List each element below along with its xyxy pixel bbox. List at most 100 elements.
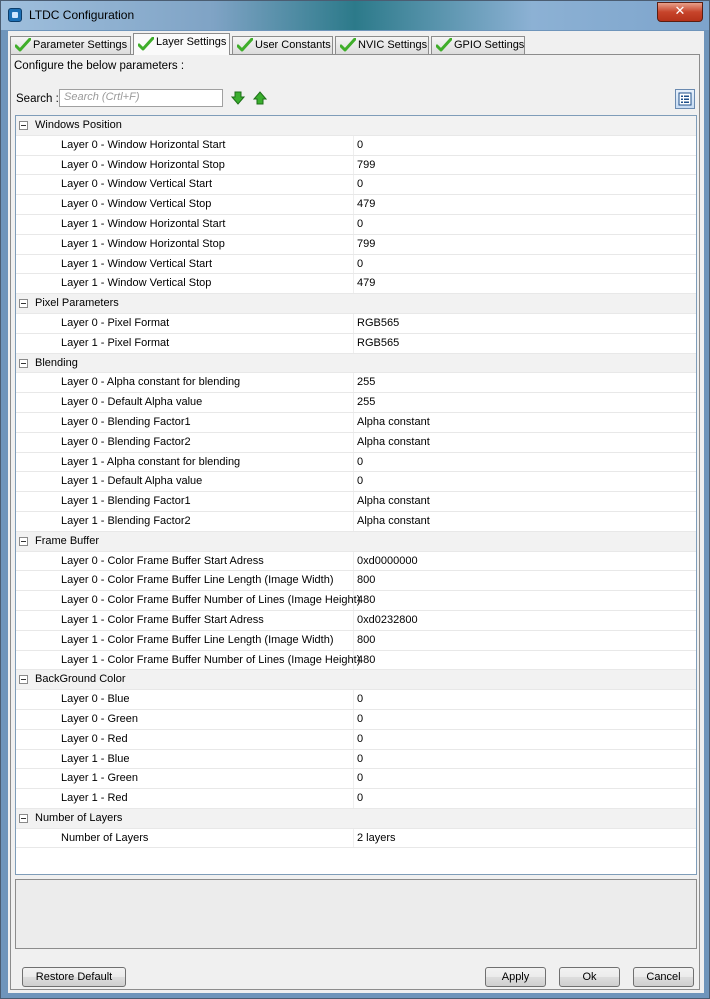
parameter-value[interactable]: 799	[357, 235, 375, 254]
parameter-row[interactable]: Layer 0 - Alpha constant for blending 255	[16, 373, 696, 394]
parameter-row[interactable]: Layer 0 - Blue 0	[16, 690, 696, 710]
parameter-row[interactable]: Layer 1 - Red 0	[16, 789, 696, 809]
parameter-value[interactable]: 255	[357, 373, 375, 392]
tree-group-row[interactable]: Windows Position	[16, 116, 696, 136]
parameter-row[interactable]: Layer 0 - Window Horizontal Stop 799	[16, 155, 696, 176]
parameter-row[interactable]: Layer 1 - Window Horizontal Stop 799	[16, 234, 696, 255]
parameter-row[interactable]: Layer 1 - Green 0	[16, 769, 696, 790]
search-label: Search :	[16, 93, 59, 105]
parameter-row[interactable]: Layer 1 - Color Frame Buffer Start Adres…	[16, 610, 696, 631]
tab-parameter-settings[interactable]: Parameter Settings	[10, 36, 131, 54]
tree-group-row[interactable]: BackGround Color	[16, 670, 696, 691]
parameter-value[interactable]: 0	[357, 255, 363, 274]
parameter-row[interactable]: Layer 0 - Pixel Format RGB565	[16, 313, 696, 334]
parameter-row[interactable]: Layer 1 - Blending Factor2 Alpha constant	[16, 511, 696, 532]
parameter-row[interactable]: Number of Layers 2 layers	[16, 828, 696, 849]
collapse-minus-icon[interactable]	[19, 536, 28, 546]
green-check-icon	[340, 38, 356, 52]
tree-group-row[interactable]: Frame Buffer	[16, 531, 696, 552]
apply-button[interactable]: Apply	[485, 967, 546, 987]
column-divider	[353, 234, 354, 254]
parameter-row[interactable]: Layer 0 - Blending Factor1 Alpha constant	[16, 412, 696, 433]
title-bar: LTDC Configuration ✕	[1, 1, 709, 30]
parameter-value[interactable]: 0	[357, 453, 363, 472]
collapse-minus-icon[interactable]	[19, 121, 28, 130]
parameter-value[interactable]: RGB565	[357, 334, 399, 353]
search-input[interactable]: Search (Crtl+F)	[59, 89, 223, 107]
parameter-value[interactable]: 0xd0232800	[357, 611, 418, 630]
collapse-minus-icon[interactable]	[19, 675, 28, 685]
parameter-value[interactable]: 0	[357, 750, 363, 769]
parameter-value[interactable]: 0	[357, 215, 363, 234]
group-label: Number of Layers	[35, 811, 123, 824]
parameter-value[interactable]: 0	[357, 710, 363, 729]
parameter-value[interactable]: 0	[357, 789, 363, 808]
cancel-button[interactable]: Cancel	[633, 967, 694, 987]
parameter-row[interactable]: Layer 1 - Color Frame Buffer Line Length…	[16, 630, 696, 651]
tab-gpio-settings[interactable]: GPIO Settings	[431, 36, 525, 54]
parameter-row[interactable]: Layer 0 - Window Vertical Stop 479	[16, 195, 696, 215]
collapse-minus-icon[interactable]	[19, 299, 28, 309]
parameter-row[interactable]: Layer 0 - Color Frame Buffer Number of L…	[16, 591, 696, 611]
parameter-value[interactable]: 0	[357, 472, 363, 491]
tab-label: Layer Settings	[156, 36, 227, 48]
parameter-row[interactable]: Layer 0 - Default Alpha value 255	[16, 393, 696, 413]
parameter-value[interactable]: 0	[357, 175, 363, 194]
parameter-value[interactable]: Alpha constant	[357, 413, 430, 432]
parameter-value[interactable]: 0xd0000000	[357, 552, 418, 571]
parameter-value[interactable]: RGB565	[357, 314, 399, 333]
parameter-row[interactable]: Layer 0 - Color Frame Buffer Line Length…	[16, 571, 696, 592]
parameter-row[interactable]: Layer 0 - Blending Factor2 Alpha constant	[16, 432, 696, 453]
parameter-row[interactable]: Layer 0 - Color Frame Buffer Start Adres…	[16, 551, 696, 572]
parameter-value[interactable]: Alpha constant	[357, 492, 430, 511]
ok-button[interactable]: Ok	[559, 967, 620, 987]
tree-group-row[interactable]: Pixel Parameters	[16, 294, 696, 314]
parameter-row[interactable]: Layer 1 - Default Alpha value 0	[16, 472, 696, 493]
parameter-row[interactable]: Layer 0 - Green 0	[16, 709, 696, 730]
parameter-row[interactable]: Layer 1 - Window Vertical Start 0	[16, 254, 696, 275]
parameter-value[interactable]: 2 layers	[357, 829, 396, 848]
column-divider	[353, 610, 354, 630]
tab-label: GPIO Settings	[454, 39, 525, 51]
parameter-row[interactable]: Layer 0 - Red 0	[16, 729, 696, 750]
parameter-row[interactable]: Layer 1 - Blue 0	[16, 749, 696, 770]
parameter-value[interactable]: 255	[357, 393, 375, 412]
parameter-value[interactable]: 479	[357, 274, 375, 293]
parameter-value[interactable]: 0	[357, 136, 363, 155]
column-divider	[353, 195, 354, 214]
parameter-value[interactable]: 800	[357, 571, 375, 590]
parameter-row[interactable]: Layer 1 - Blending Factor1 Alpha constant	[16, 492, 696, 512]
green-arrow-up-icon[interactable]	[253, 91, 267, 105]
close-button[interactable]: ✕	[657, 2, 703, 22]
green-arrow-down-icon[interactable]	[231, 91, 245, 105]
parameter-value[interactable]: 0	[357, 730, 363, 749]
column-divider	[353, 452, 354, 472]
collapse-minus-icon[interactable]	[19, 358, 28, 368]
restore-default-button[interactable]: Restore Default	[22, 967, 126, 987]
parameter-value[interactable]: 0	[357, 769, 363, 788]
group-label: Frame Buffer	[35, 534, 99, 547]
collapse-minus-icon[interactable]	[19, 813, 28, 823]
parameter-value[interactable]: 479	[357, 195, 375, 214]
tab-nvic-settings[interactable]: NVIC Settings	[335, 36, 429, 54]
tree-group-row[interactable]: Number of Layers	[16, 808, 696, 829]
tree-group-row[interactable]: Blending	[16, 353, 696, 374]
parameter-row[interactable]: Layer 0 - Window Vertical Start 0	[16, 175, 696, 196]
parameter-value[interactable]: 799	[357, 156, 375, 175]
tab-layer-settings[interactable]: Layer Settings	[133, 33, 230, 55]
parameter-row[interactable]: Layer 0 - Window Horizontal Start 0	[16, 135, 696, 156]
parameter-value[interactable]: 480	[357, 591, 375, 610]
parameter-value[interactable]: 480	[357, 651, 375, 670]
parameter-value[interactable]: Alpha constant	[357, 433, 430, 452]
tab-user-constants[interactable]: User Constants	[232, 36, 333, 54]
parameter-row[interactable]: Layer 1 - Window Horizontal Start 0	[16, 214, 696, 235]
list-view-icon[interactable]	[675, 89, 695, 109]
green-check-icon	[138, 37, 154, 51]
parameter-row[interactable]: Layer 1 - Alpha constant for blending 0	[16, 452, 696, 473]
parameter-row[interactable]: Layer 1 - Color Frame Buffer Number of L…	[16, 650, 696, 671]
parameter-row[interactable]: Layer 1 - Pixel Format RGB565	[16, 333, 696, 354]
parameter-value[interactable]: 800	[357, 631, 375, 650]
parameter-row[interactable]: Layer 1 - Window Vertical Stop 479	[16, 274, 696, 295]
parameter-value[interactable]: 0	[357, 690, 363, 709]
parameter-value[interactable]: Alpha constant	[357, 512, 430, 531]
